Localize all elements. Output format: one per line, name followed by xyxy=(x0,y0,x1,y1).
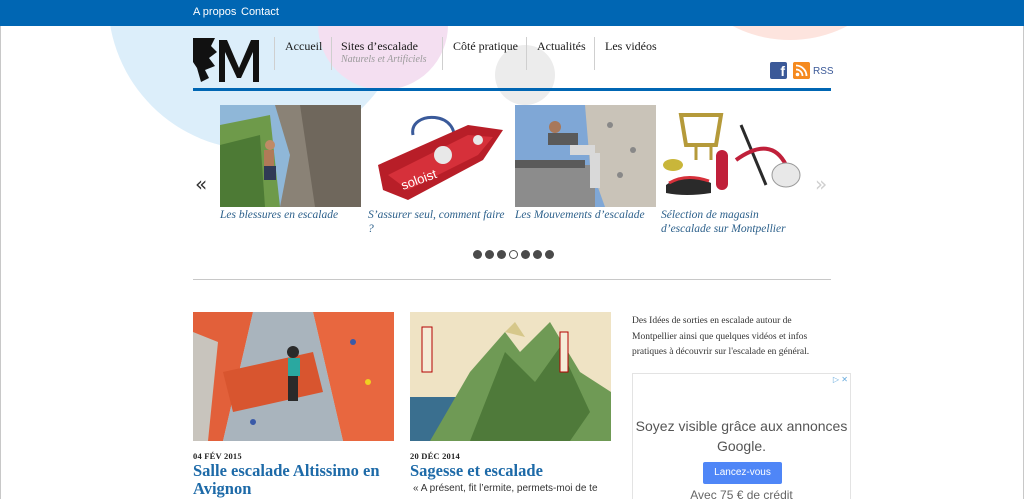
slide-image-mouvements[interactable] xyxy=(515,105,656,207)
nav-separator xyxy=(594,37,595,70)
slider-prev-button[interactable]: « xyxy=(195,172,207,196)
top-bar: A propos Contact xyxy=(0,0,1024,26)
slide-image-blessures[interactable] xyxy=(220,105,361,207)
nav-separator xyxy=(526,37,527,70)
nav-separator xyxy=(274,37,275,70)
rss-label[interactable]: RSS xyxy=(813,66,834,77)
slider-dot[interactable] xyxy=(521,250,530,259)
article-excerpt: « A présent, fit l’ermite, permets-moi d… xyxy=(413,483,598,494)
slide-caption-magasins[interactable]: Sélection de magasin d’escalade sur Mont… xyxy=(661,208,806,236)
header-divider xyxy=(193,88,831,91)
google-ad[interactable]: ▷ ✕ Soyez visible grâce aux annonces Goo… xyxy=(632,373,851,499)
nav-sites-subtitle: Naturels et Artificiels xyxy=(341,54,427,65)
sidebar-description: Des Idées de sorties en escalade autour … xyxy=(632,316,810,357)
slide-image-magasins[interactable] xyxy=(661,105,802,207)
slide-caption-blessures[interactable]: Les blessures en escalade xyxy=(220,208,365,222)
slider-dot[interactable] xyxy=(509,250,518,259)
article-title-sagesse[interactable]: Sagesse et escalade xyxy=(410,462,610,480)
article-date: 04 FÉV 2015 xyxy=(193,451,242,461)
site-logo[interactable] xyxy=(193,38,265,82)
ad-choices-icon[interactable]: ▷ ✕ xyxy=(833,375,848,384)
slide-caption-soloist[interactable]: S’assurer seul, comment faire ? xyxy=(368,208,513,236)
article-thumb-altissimo[interactable] xyxy=(193,312,394,441)
nav-actualites[interactable]: Actualités xyxy=(537,39,586,54)
slide-image-soloist[interactable]: soloist xyxy=(368,105,509,207)
article-title-altissimo[interactable]: Salle escalade Altissimo en Avignon xyxy=(193,462,393,498)
slider-dot[interactable] xyxy=(497,250,506,259)
article-date: 20 DÉC 2014 xyxy=(410,451,460,461)
top-link-a-propos[interactable]: A propos xyxy=(193,6,236,18)
section-divider xyxy=(193,279,831,280)
slide-caption-mouvements[interactable]: Les Mouvements d’escalade xyxy=(515,208,660,222)
nav-sites-escalade[interactable]: Sites d’escalade xyxy=(341,39,418,54)
nav-accueil[interactable]: Accueil xyxy=(285,39,322,54)
slider-pagination xyxy=(473,250,554,259)
ad-cta-button[interactable]: Lancez-vous xyxy=(703,462,782,484)
background-circle xyxy=(495,45,555,105)
slider-dot[interactable] xyxy=(545,250,554,259)
slider-dot[interactable] xyxy=(533,250,542,259)
nav-videos[interactable]: Les vidéos xyxy=(605,39,657,54)
top-link-contact[interactable]: Contact xyxy=(241,6,279,18)
nav-separator xyxy=(331,37,332,70)
article-thumb-sagesse[interactable] xyxy=(410,312,611,441)
slider-dot[interactable] xyxy=(485,250,494,259)
ad-headline: Soyez visible grâce aux annonces Google. xyxy=(635,418,848,454)
rss-icon[interactable] xyxy=(793,62,810,79)
ad-footer: Avec 75 € de crédit xyxy=(690,488,793,499)
slider-dot[interactable] xyxy=(473,250,482,259)
slider-next-button[interactable]: » xyxy=(815,172,827,196)
nav-separator xyxy=(442,37,443,70)
facebook-icon[interactable]: f xyxy=(770,62,787,79)
nav-cote-pratique[interactable]: Côté pratique xyxy=(453,39,518,54)
